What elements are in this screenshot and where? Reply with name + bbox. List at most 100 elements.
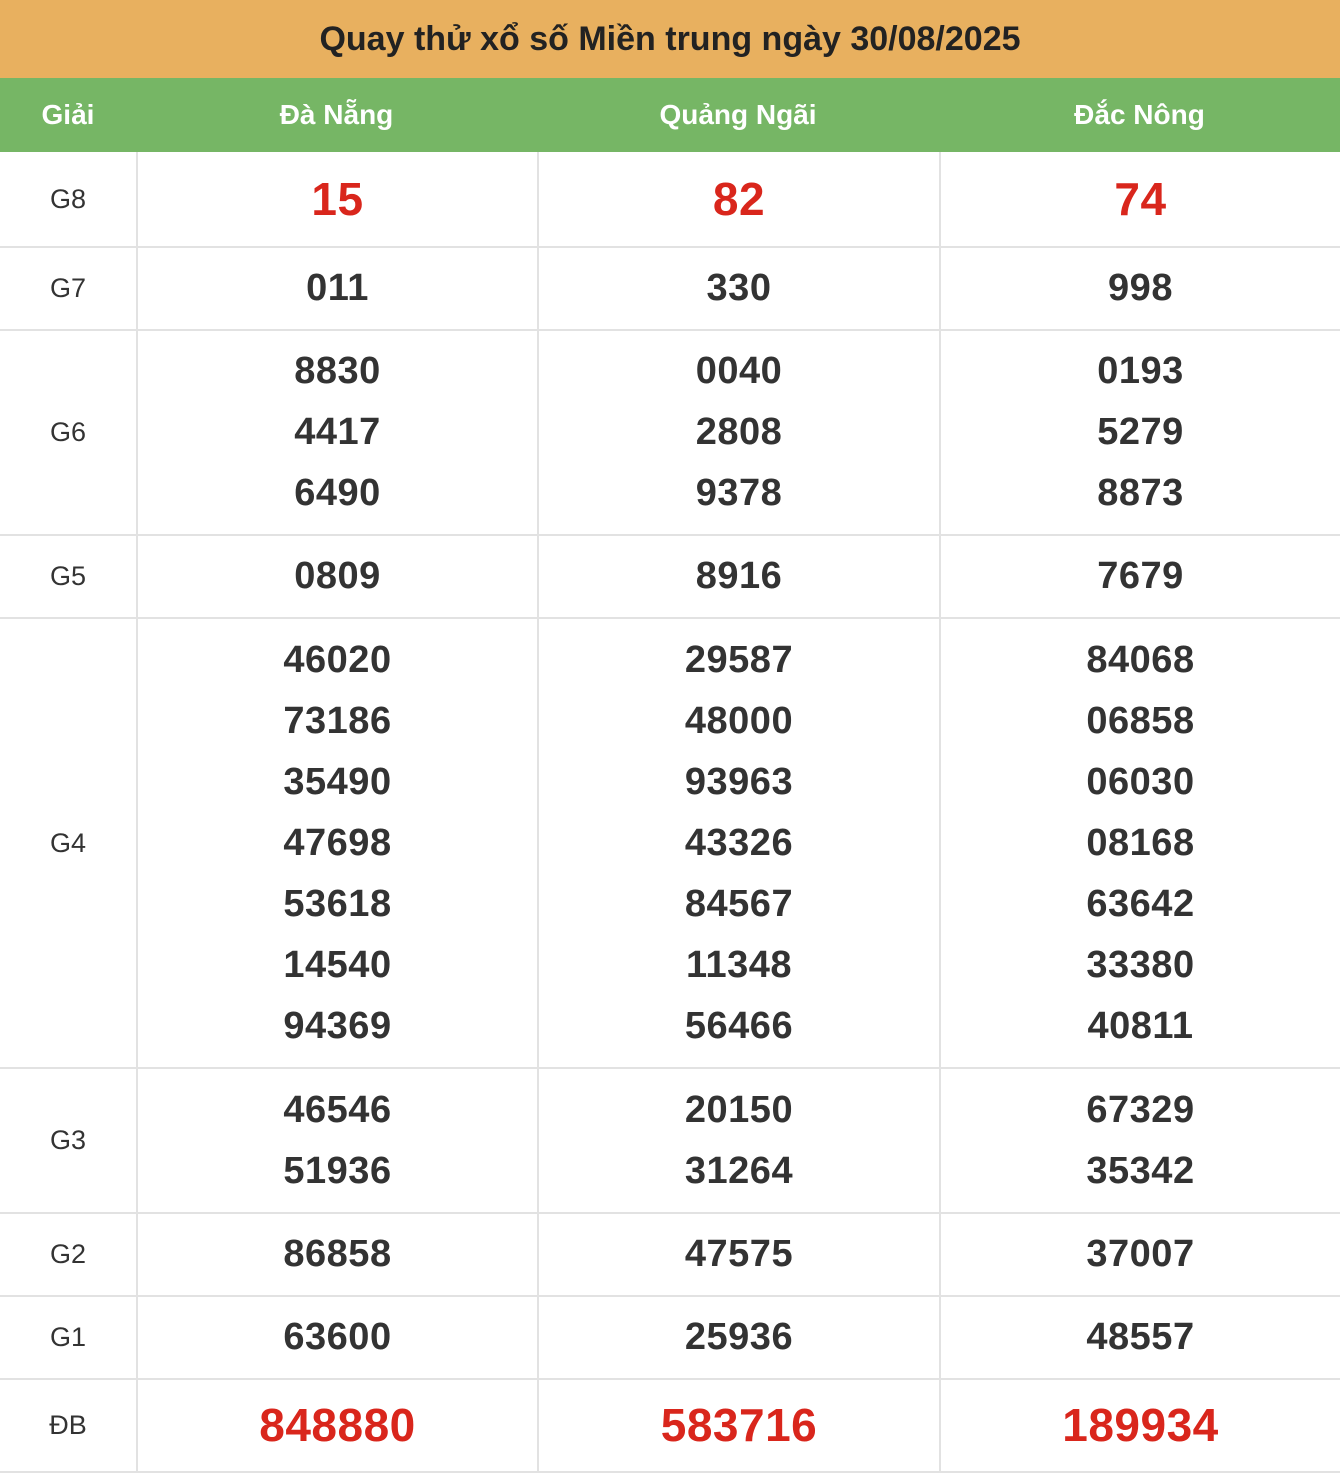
result-cell: 82 [537, 152, 939, 246]
result-number: 011 [306, 267, 369, 309]
result-number: 0040 [695, 350, 783, 392]
header-prize: Giải [41, 99, 95, 130]
result-number: 4417 [294, 411, 381, 453]
prize-label: ĐB [49, 1410, 87, 1440]
result-number: 8916 [695, 555, 783, 597]
result-number: 189934 [1062, 1399, 1219, 1451]
result-cell: 47575 [537, 1214, 939, 1295]
result-number: 46546 [283, 1088, 392, 1131]
result-number: 11348 [685, 943, 793, 986]
result-cell: 0193 5279 8873 [939, 331, 1340, 534]
result-number: 33380 [1086, 943, 1195, 986]
header-province-dac-nong: Đắc Nông [1074, 99, 1205, 130]
result-cell: 29587 48000 93963 43326 84567 11348 56466 [537, 619, 939, 1067]
prize-label: G5 [49, 561, 87, 591]
result-cell: 86858 [136, 1214, 537, 1295]
result-cell: 48557 [939, 1297, 1340, 1378]
result-number: 40811 [1087, 1004, 1194, 1047]
table-row: G8 15 82 74 [0, 152, 1340, 248]
result-number: 51936 [283, 1149, 392, 1192]
result-number: 6490 [294, 472, 381, 514]
result-number: 9378 [695, 472, 783, 514]
result-number: 47698 [283, 821, 392, 864]
result-number: 84567 [684, 882, 794, 925]
result-number: 74 [1114, 172, 1167, 225]
result-number: 8873 [1097, 472, 1184, 514]
result-cell: 189934 [939, 1380, 1340, 1471]
result-number: 8830 [294, 350, 381, 392]
result-number: 86858 [283, 1233, 392, 1275]
result-number: 06858 [1086, 699, 1195, 742]
result-cell: 46546 51936 [136, 1069, 537, 1212]
result-cell: 8916 [537, 536, 939, 617]
result-number: 31264 [684, 1149, 794, 1192]
result-number: 14540 [283, 943, 392, 986]
result-number: 0809 [294, 555, 381, 597]
result-cell: 7679 [939, 536, 1340, 617]
result-number: 84068 [1086, 638, 1195, 681]
result-number: 29587 [684, 638, 794, 681]
result-number: 0193 [1097, 350, 1184, 392]
result-number: 08168 [1086, 821, 1195, 864]
prize-label: G1 [49, 1322, 87, 1352]
result-number: 5279 [1097, 411, 1184, 453]
result-number: 48557 [1086, 1316, 1195, 1358]
result-cell: 37007 [939, 1214, 1340, 1295]
prize-label: G6 [49, 417, 87, 447]
result-number: 2808 [695, 411, 783, 453]
result-cell: 583716 [537, 1380, 939, 1471]
result-cell: 74 [939, 152, 1340, 246]
result-number: 330 [706, 267, 772, 309]
result-number: 48000 [684, 699, 794, 742]
table-row: G7 011 330 998 [0, 248, 1340, 331]
page-title: Quay thử xổ số Miền trung ngày 30/08/202… [0, 0, 1340, 78]
header-province-da-nang: Đà Nẵng [279, 99, 394, 130]
result-number: 848880 [259, 1399, 416, 1451]
result-cell: 67329 35342 [939, 1069, 1340, 1212]
result-cell: 15 [136, 152, 537, 246]
header-province-quang-ngai: Quảng Ngãi [659, 99, 817, 130]
result-cell: 84068 06858 06030 08168 63642 33380 40811 [939, 619, 1340, 1067]
result-number: 998 [1108, 267, 1173, 309]
prize-label: G7 [49, 273, 87, 303]
result-number: 43326 [684, 821, 794, 864]
prize-label: G8 [49, 183, 87, 214]
result-number: 46020 [283, 638, 392, 681]
result-number: 583716 [660, 1399, 818, 1451]
result-number: 67329 [1086, 1088, 1195, 1131]
result-number: 15 [311, 172, 364, 225]
result-cell: 46020 73186 35490 47698 53618 14540 94369 [136, 619, 537, 1067]
prize-label: G3 [49, 1125, 87, 1155]
result-cell: 998 [939, 248, 1340, 329]
result-number: 35342 [1086, 1149, 1195, 1192]
table-row: ĐB 848880 583716 189934 [0, 1380, 1340, 1473]
result-cell: 8830 4417 6490 [136, 331, 537, 534]
result-cell: 330 [537, 248, 939, 329]
result-cell: 25936 [537, 1297, 939, 1378]
table-row: G5 0809 8916 7679 [0, 536, 1340, 619]
table-row: G4 46020 73186 35490 47698 53618 14540 94369 295… [0, 619, 1340, 1069]
result-number: 56466 [684, 1004, 794, 1047]
table-row: G3 46546 51936 20150 31264 67329 35342 [0, 1069, 1340, 1214]
result-cell: 63600 [136, 1297, 537, 1378]
prize-label: G2 [49, 1239, 87, 1269]
result-number: 63642 [1086, 882, 1195, 925]
result-number: 47575 [684, 1233, 794, 1275]
table-header: Giải Đà Nẵng Quảng Ngãi Đắc Nông [0, 78, 1340, 152]
result-number: 25936 [684, 1316, 794, 1358]
result-number: 06030 [1086, 760, 1195, 803]
result-number: 20150 [684, 1088, 794, 1131]
result-number: 53618 [283, 882, 392, 925]
results-table: G8 15 82 74 G7 011 330 998 G6 8830 4417 6490 0040 280… [0, 152, 1340, 1473]
result-cell: 011 [136, 248, 537, 329]
result-number: 94369 [283, 1004, 392, 1047]
result-number: 37007 [1086, 1233, 1195, 1275]
table-row: G1 63600 25936 48557 [0, 1297, 1340, 1380]
result-cell: 0809 [136, 536, 537, 617]
prize-label: G4 [49, 827, 87, 858]
table-row: G6 8830 4417 6490 0040 2808 9378 0193 5279 8873 [0, 331, 1340, 536]
result-number: 73186 [283, 699, 392, 742]
table-row: G2 86858 47575 37007 [0, 1214, 1340, 1297]
result-number: 63600 [283, 1316, 392, 1358]
result-number: 35490 [283, 760, 392, 803]
